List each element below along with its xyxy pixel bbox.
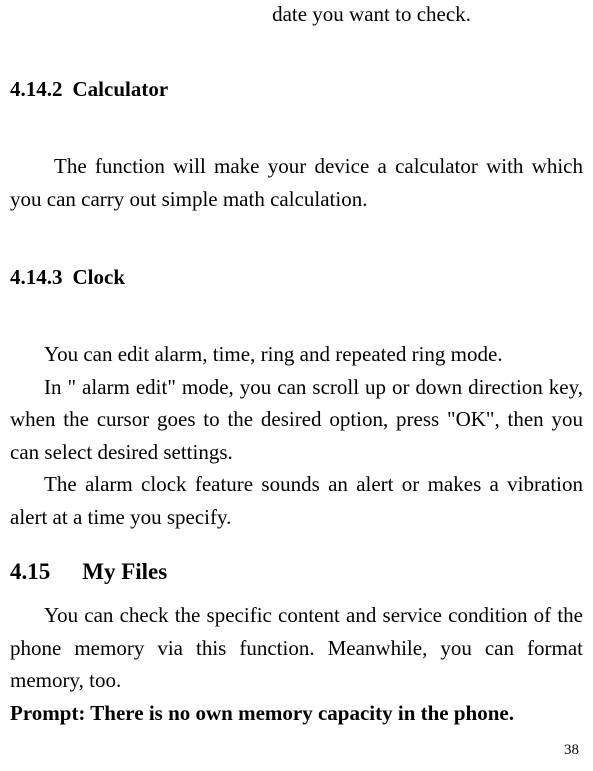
heading-title: My Files — [82, 559, 167, 584]
paragraph-calculator: The function will make your device a cal… — [10, 150, 583, 215]
paragraph-clock-1: You can edit alarm, time, ring and repea… — [10, 338, 583, 371]
heading-number: 4.14.2 — [10, 77, 63, 101]
intro-fragment-text: date you want to check. — [160, 2, 583, 27]
heading-4-14-3: 4.14.3 Clock — [10, 265, 583, 290]
heading-4-15: 4.15 My Files — [10, 559, 583, 585]
paragraph-myfiles: You can check the specific content and s… — [10, 599, 583, 697]
prompt-text: Prompt: There is no own memory capacity … — [10, 697, 583, 730]
paragraph-clock-3: The alarm clock feature sounds an alert … — [10, 468, 583, 533]
heading-4-14-2: 4.14.2 Calculator — [10, 77, 583, 102]
heading-title: Clock — [73, 265, 126, 289]
page-number: 38 — [564, 742, 579, 759]
heading-number: 4.14.3 — [10, 265, 63, 289]
heading-title: Calculator — [73, 77, 169, 101]
heading-number: 4.15 — [10, 559, 50, 584]
paragraph-clock-2: In " alarm edit" mode, you can scroll up… — [10, 371, 583, 469]
